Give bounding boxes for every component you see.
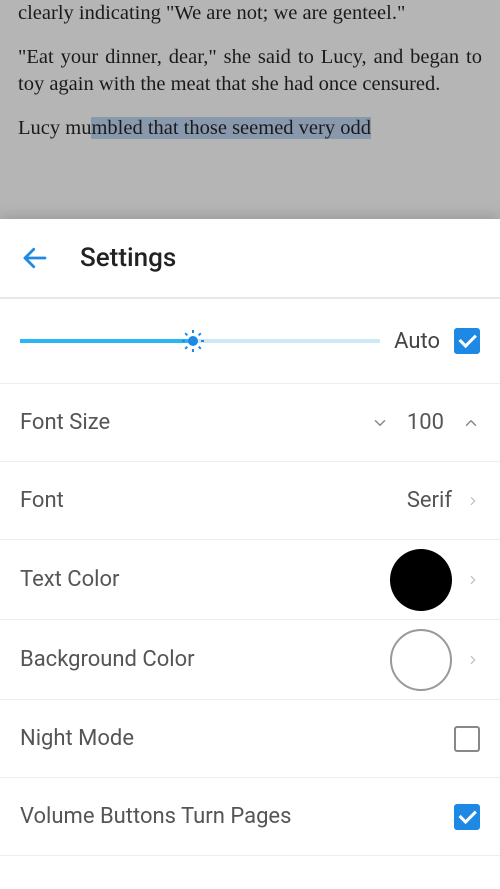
font-value: Serif bbox=[407, 488, 452, 513]
chevron-right-icon bbox=[466, 489, 480, 513]
auto-brightness-checkbox[interactable] bbox=[454, 328, 480, 354]
brightness-thumb-icon[interactable] bbox=[181, 329, 205, 353]
panel-header: Settings bbox=[0, 219, 500, 299]
text-color-swatch bbox=[390, 549, 452, 611]
font-size-value: 100 bbox=[407, 410, 444, 435]
chevron-up-icon[interactable] bbox=[462, 414, 480, 432]
font-label: Font bbox=[20, 488, 64, 513]
volume-buttons-label: Volume Buttons Turn Pages bbox=[20, 804, 291, 829]
background-color-label: Background Color bbox=[20, 647, 195, 672]
font-row[interactable]: Font Serif bbox=[0, 462, 500, 540]
panel-title: Settings bbox=[80, 243, 176, 273]
reader-paragraph: clearly indicating "We are not; we are g… bbox=[18, 0, 482, 27]
chevron-down-icon[interactable] bbox=[371, 414, 389, 432]
night-mode-label: Night Mode bbox=[20, 726, 134, 751]
volume-buttons-row: Volume Buttons Turn Pages bbox=[0, 778, 500, 856]
reader-paragraph: "Eat your dinner, dear," she said to Luc… bbox=[18, 44, 482, 98]
text-color-row[interactable]: Text Color bbox=[0, 540, 500, 620]
reader-paragraph: Lucy mumbled that those seemed very odd bbox=[18, 115, 482, 142]
back-arrow-icon[interactable] bbox=[20, 243, 50, 273]
night-mode-row: Night Mode bbox=[0, 700, 500, 778]
volume-buttons-checkbox[interactable] bbox=[454, 804, 480, 830]
font-size-stepper: 100 bbox=[371, 410, 480, 435]
brightness-row: Auto bbox=[0, 299, 500, 384]
font-size-label: Font Size bbox=[20, 410, 110, 435]
background-color-row[interactable]: Background Color bbox=[0, 620, 500, 700]
text-color-label: Text Color bbox=[20, 567, 120, 592]
font-size-row: Font Size 100 bbox=[0, 384, 500, 462]
night-mode-checkbox[interactable] bbox=[454, 726, 480, 752]
background-color-swatch bbox=[390, 629, 452, 691]
brightness-slider[interactable] bbox=[20, 329, 380, 353]
auto-brightness-label: Auto bbox=[394, 329, 440, 354]
reader-content: clearly indicating "We are not; we are g… bbox=[0, 0, 500, 219]
chevron-right-icon bbox=[466, 568, 480, 592]
text-selection: mbled that those seemed very odd bbox=[91, 117, 371, 139]
settings-panel: Settings Auto Font Size 100 Font Serif bbox=[0, 219, 500, 889]
chevron-right-icon bbox=[466, 648, 480, 672]
